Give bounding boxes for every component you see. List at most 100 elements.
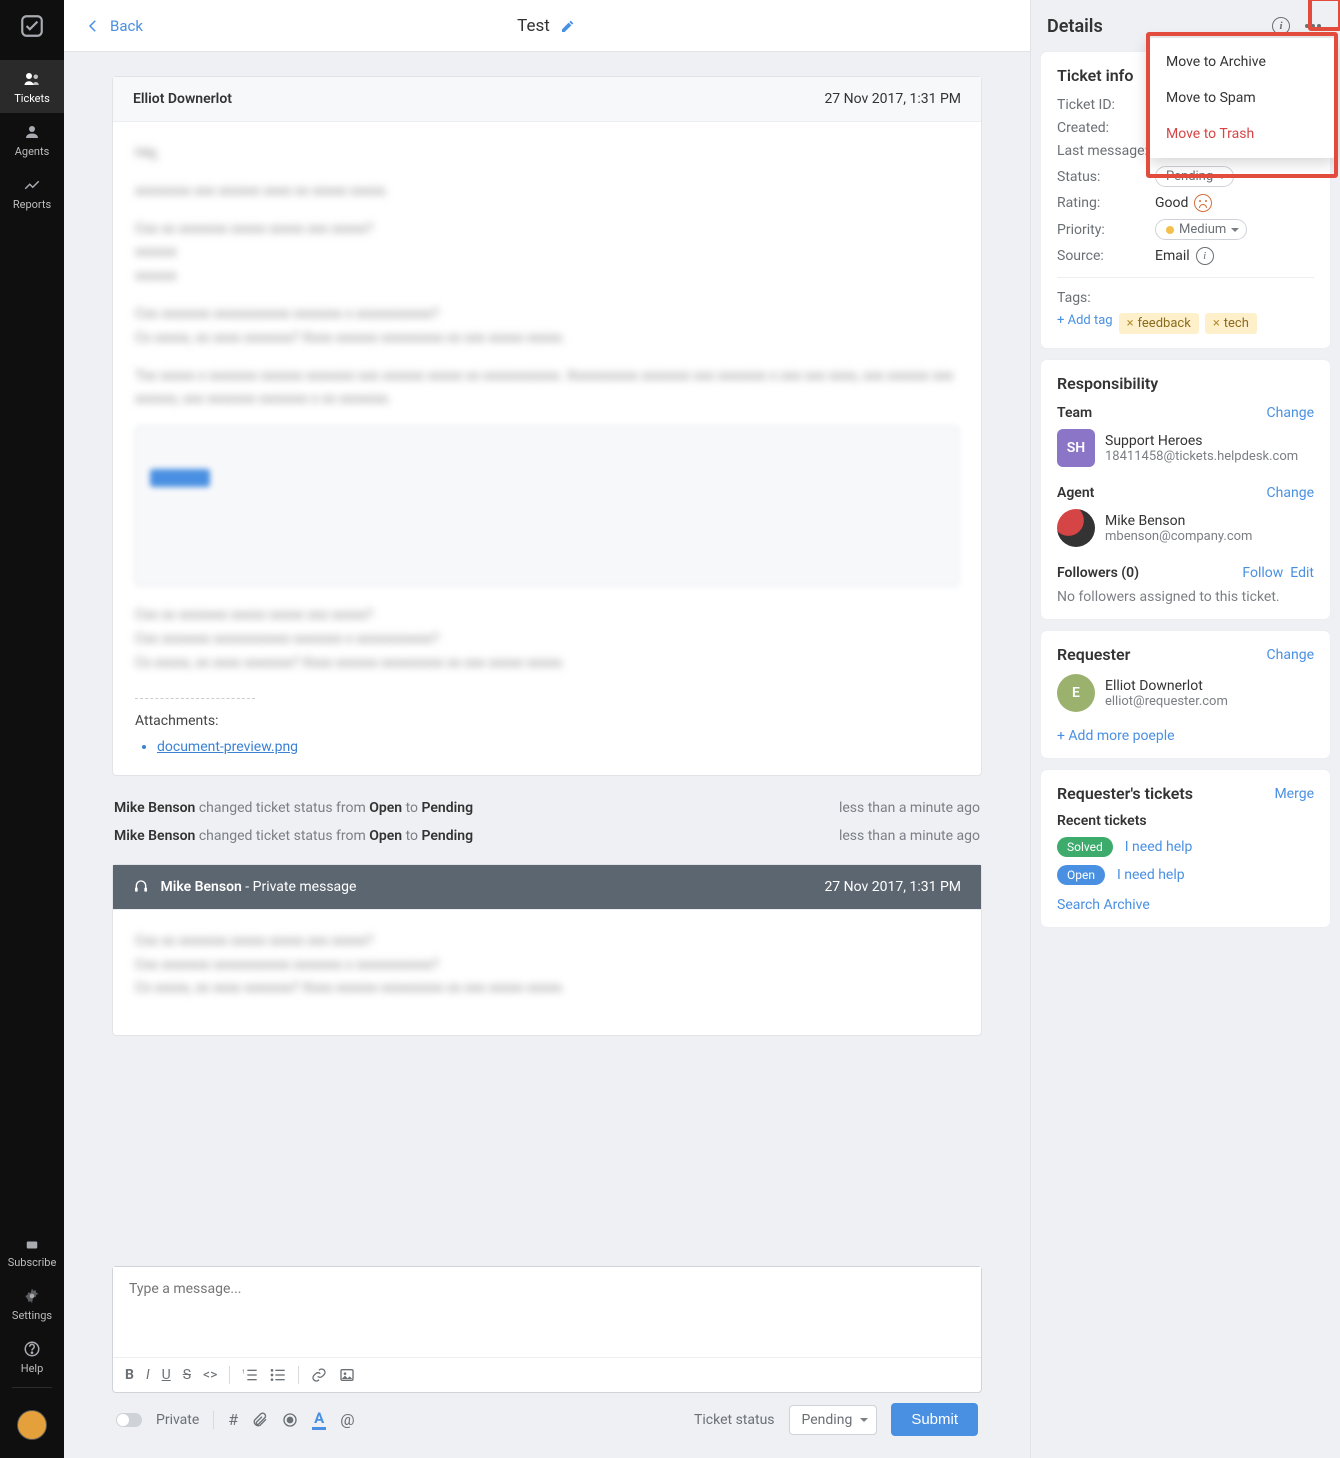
requester-avatar: E xyxy=(1057,674,1095,712)
status-badge: Open xyxy=(1057,865,1105,885)
card-heading: Requester's tickets xyxy=(1057,784,1193,803)
ticket-status-dropdown[interactable]: Pending xyxy=(789,1405,878,1435)
message-time: 27 Nov 2017, 1:31 PM xyxy=(824,879,961,895)
recent-ticket-row: Solved I need help xyxy=(1057,837,1314,857)
edit-followers-link[interactable]: Edit xyxy=(1290,565,1314,581)
system-log-row: Mike Benson changed ticket status from O… xyxy=(112,822,982,850)
record-icon[interactable] xyxy=(282,1412,298,1428)
tag-chip[interactable]: ×feedback xyxy=(1119,313,1199,334)
merge-link[interactable]: Merge xyxy=(1274,786,1314,802)
nav-label: Subscribe xyxy=(8,1256,57,1269)
mention-icon[interactable]: @ xyxy=(340,1410,354,1429)
status-badge: Solved xyxy=(1057,837,1113,857)
code-icon[interactable]: <> xyxy=(203,1367,217,1383)
format-toolbar: B I U S <> 1 xyxy=(113,1357,981,1392)
underline-icon[interactable]: U xyxy=(162,1367,171,1383)
message-author: Elliot Downerlot xyxy=(133,91,232,107)
nav-sidebar: Tickets Agents Reports Subscribe Setting… xyxy=(0,0,64,1458)
ticket-status-label: Ticket status xyxy=(694,1412,774,1428)
back-button[interactable]: Back xyxy=(84,17,143,35)
team-name: Support Heroes xyxy=(1105,433,1298,449)
thread: Elliot Downerlot 27 Nov 2017, 1:31 PM He… xyxy=(64,52,1030,1256)
private-toggle[interactable] xyxy=(116,1413,142,1427)
message-author: Mike Benson xyxy=(160,879,241,895)
message-time: 27 Nov 2017, 1:31 PM xyxy=(824,91,961,107)
bold-icon[interactable]: B xyxy=(125,1367,134,1383)
follow-link[interactable]: Follow xyxy=(1242,565,1283,581)
source-info-icon[interactable]: i xyxy=(1196,247,1214,265)
requester-name: Elliot Downerlot xyxy=(1105,678,1228,694)
nav-agents[interactable]: Agents xyxy=(0,113,64,166)
app-logo[interactable] xyxy=(16,10,48,42)
change-team-link[interactable]: Change xyxy=(1267,405,1314,421)
recent-ticket-link[interactable]: I need help xyxy=(1117,867,1185,883)
more-menu-button[interactable] xyxy=(1302,15,1324,37)
rating-face-icon xyxy=(1194,194,1212,212)
details-panel: Details i Move to Archive Move to Spam M… xyxy=(1030,0,1340,1458)
followers-empty: No followers assigned to this ticket. xyxy=(1057,589,1314,605)
message-body-redacted: Cxx xx xxxxxxx xxxxx xxxxx xxx xxxxx?Cxx… xyxy=(135,930,959,1001)
agent-avatar xyxy=(1057,509,1095,547)
italic-icon[interactable]: I xyxy=(146,1367,150,1383)
unordered-list-icon[interactable] xyxy=(270,1367,286,1383)
message-body-redacted: Hej, xxxxxxxx xxx xxxxxx xxxx xx xxxxx x… xyxy=(135,142,959,412)
nav-label: Agents xyxy=(15,145,50,158)
composer: B I U S <> 1 xyxy=(112,1266,982,1393)
agent-email: mbenson@company.com xyxy=(1105,529,1252,544)
private-label: Private xyxy=(156,1412,199,1428)
tag-chip[interactable]: ×tech xyxy=(1205,313,1257,334)
nav-settings[interactable]: Settings xyxy=(0,1277,64,1330)
more-menu: Move to Archive Move to Spam Move to Tra… xyxy=(1148,38,1336,158)
strike-icon[interactable]: S xyxy=(183,1367,191,1383)
team-avatar: SH xyxy=(1057,429,1095,467)
attachment-link[interactable]: document-preview.png xyxy=(157,739,959,755)
image-icon[interactable] xyxy=(339,1367,355,1383)
private-suffix: - Private message xyxy=(242,879,357,895)
message-private: Mike Benson - Private message 27 Nov 201… xyxy=(112,864,982,1037)
info-icon[interactable]: i xyxy=(1270,15,1292,37)
recent-ticket-row: Open I need help xyxy=(1057,865,1314,885)
menu-move-trash[interactable]: Move to Trash xyxy=(1148,116,1336,152)
search-archive-link[interactable]: Search Archive xyxy=(1057,897,1150,913)
remove-tag-icon[interactable]: × xyxy=(1213,316,1220,331)
nav-reports[interactable]: Reports xyxy=(0,166,64,219)
agent-icon xyxy=(133,879,149,895)
nav-label: Tickets xyxy=(14,92,50,105)
system-log-time: less than a minute ago xyxy=(839,828,980,844)
message-input[interactable] xyxy=(113,1267,981,1353)
ordered-list-icon[interactable]: 1 xyxy=(242,1367,258,1383)
status-dropdown[interactable]: Pending xyxy=(1155,166,1234,187)
edit-title-icon[interactable] xyxy=(560,18,576,34)
message-body-redacted: Cxx xx xxxxxxx xxxxx xxxxx xxx xxxxx?Cxx… xyxy=(135,604,959,675)
nav-label: Reports xyxy=(13,198,51,211)
add-tag-button[interactable]: + Add tag xyxy=(1057,313,1113,334)
hashtag-icon[interactable]: # xyxy=(228,1410,238,1429)
attachments-label: Attachments: xyxy=(135,698,255,729)
text-color-icon[interactable]: A xyxy=(312,1409,326,1430)
nav-tickets[interactable]: Tickets xyxy=(0,60,64,113)
current-user-avatar[interactable] xyxy=(17,1410,47,1440)
change-agent-link[interactable]: Change xyxy=(1267,485,1314,501)
svg-text:1: 1 xyxy=(242,1370,245,1376)
card-heading: Responsibility xyxy=(1057,374,1314,393)
remove-tag-icon[interactable]: × xyxy=(1127,316,1134,331)
link-icon[interactable] xyxy=(311,1367,327,1383)
menu-move-archive[interactable]: Move to Archive xyxy=(1148,44,1336,80)
system-log-time: less than a minute ago xyxy=(839,800,980,816)
attachment-icon[interactable] xyxy=(252,1411,268,1429)
change-requester-link[interactable]: Change xyxy=(1267,647,1314,663)
priority-dropdown[interactable]: Medium xyxy=(1155,219,1247,240)
nav-help[interactable]: Help xyxy=(0,1330,64,1383)
embedded-image-placeholder xyxy=(135,426,959,586)
team-email: 18411458@tickets.helpdesk.com xyxy=(1105,449,1298,464)
requester-card: RequesterChange E Elliot Downerlot ellio… xyxy=(1041,631,1330,758)
agent-name: Mike Benson xyxy=(1105,513,1252,529)
ticket-title: Test xyxy=(517,16,550,36)
add-people-link[interactable]: + Add more poeple xyxy=(1057,728,1175,744)
menu-move-spam[interactable]: Move to Spam xyxy=(1148,80,1336,116)
submit-button[interactable]: Submit xyxy=(891,1403,978,1436)
recent-ticket-link[interactable]: I need help xyxy=(1125,839,1193,855)
recent-tickets-label: Recent tickets xyxy=(1057,813,1314,829)
requester-tickets-card: Requester's ticketsMerge Recent tickets … xyxy=(1041,770,1330,927)
nav-subscribe[interactable]: Subscribe xyxy=(0,1228,64,1277)
